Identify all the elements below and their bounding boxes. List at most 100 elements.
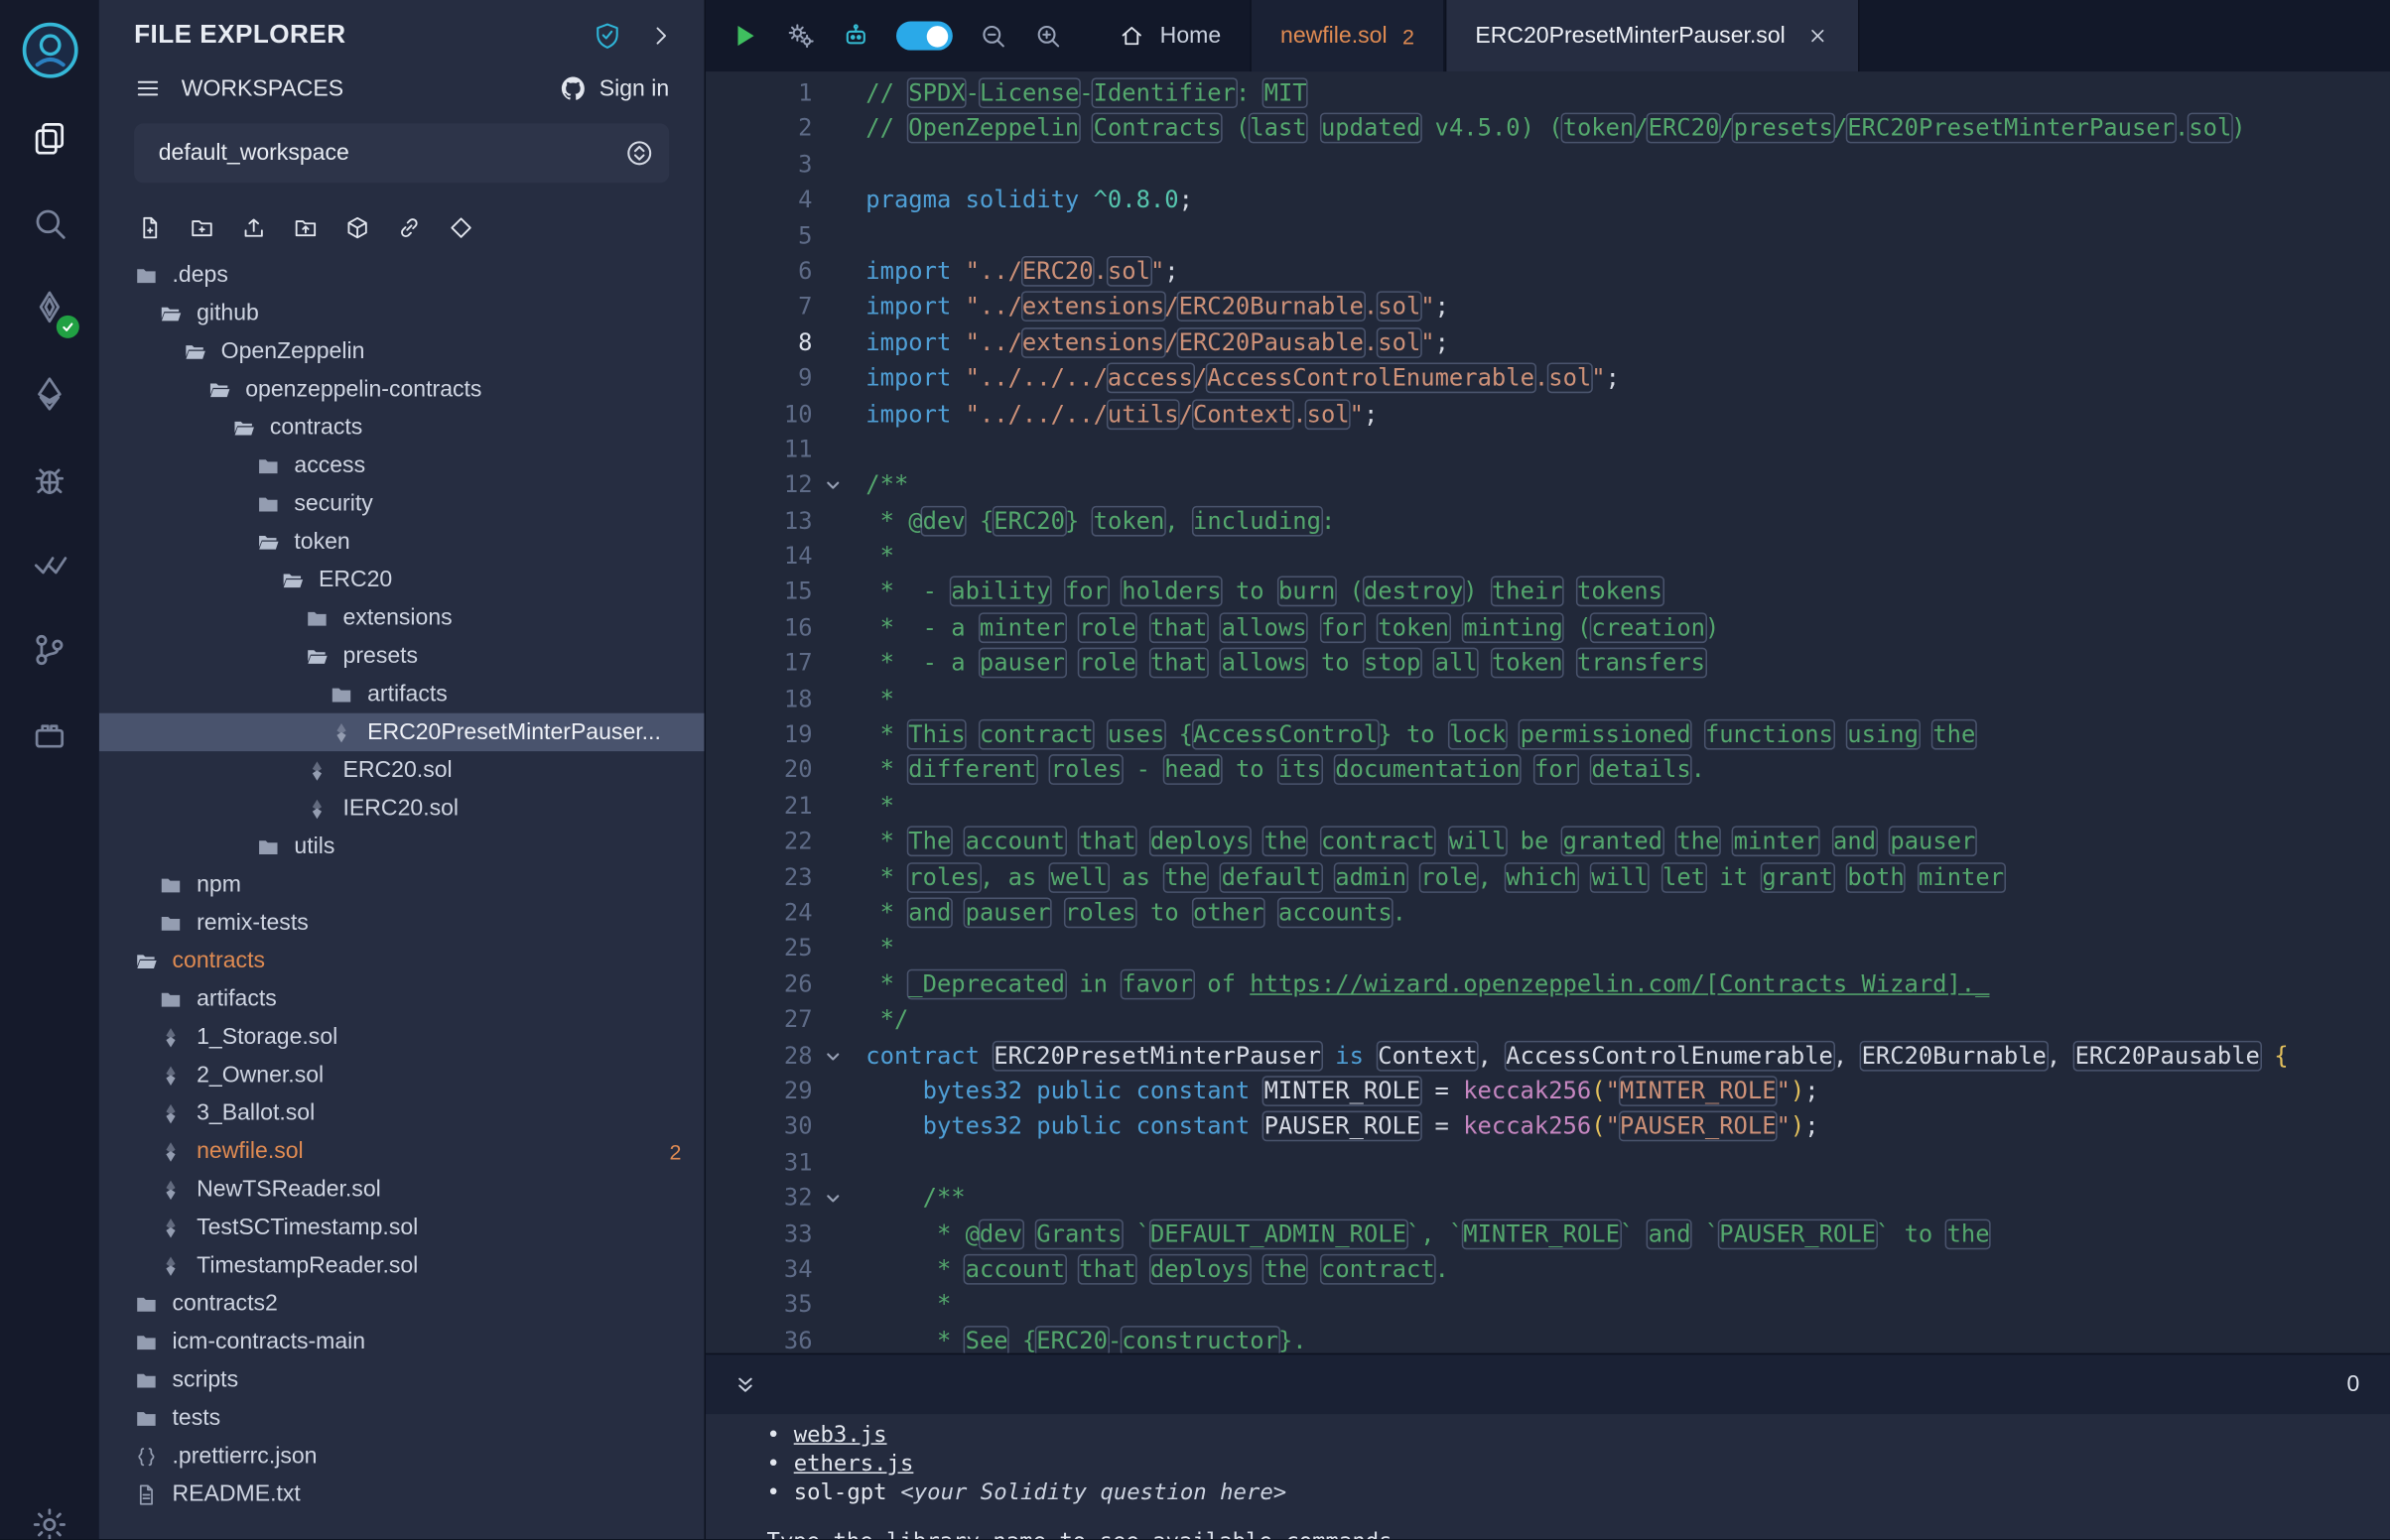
tree-item-2-owner-sol[interactable]: 2_Owner.sol (99, 1056, 705, 1093)
tree-item-3-ballot-sol[interactable]: 3_Ballot.sol (99, 1094, 705, 1132)
zoom-out-button[interactable] (979, 21, 1007, 50)
line-number: 9 (706, 361, 813, 397)
tree-item-prettierrc-json[interactable]: .prettierrc.json (99, 1437, 705, 1475)
script-config-button[interactable] (786, 21, 815, 50)
settings-button[interactable] (0, 1481, 99, 1539)
tree-item-erc20-sol[interactable]: ERC20.sol (99, 751, 705, 789)
fold-spacer (813, 896, 854, 932)
fold-toggle-icon[interactable] (813, 1039, 854, 1075)
code-editor[interactable]: 1// SPDX-License-Identifier: MIT2// Open… (706, 71, 2390, 1353)
tree-item-timestampreader-sol[interactable]: TimestampReader.sol (99, 1246, 705, 1284)
code-text (854, 1145, 865, 1181)
tree-item-erc20presetminterpauser[interactable]: ERC20PresetMinterPauser... (99, 713, 705, 751)
terminal-link[interactable]: ethers.js (794, 1451, 914, 1479)
fold-toggle-icon[interactable] (813, 1181, 854, 1217)
fold-spacer (813, 76, 854, 112)
tree-item-newfile-sol[interactable]: newfile.sol2 (99, 1132, 705, 1170)
tree-item-label: extensions (343, 605, 453, 631)
tree-item-artifacts[interactable]: artifacts (99, 979, 705, 1017)
tree-item-artifacts[interactable]: artifacts (99, 675, 705, 712)
tree-item-testsctimestamp-sol[interactable]: TestSCTimestamp.sol (99, 1209, 705, 1246)
code-text: * - a minter role that allows for token … (854, 611, 1719, 647)
explorer-toolbar (99, 183, 705, 251)
load-cube-button[interactable] (344, 215, 370, 241)
tree-item-newtsreader-sol[interactable]: NewTSReader.sol (99, 1170, 705, 1208)
file-explorer-button[interactable] (0, 94, 99, 180)
tree-item-icm-contracts-main[interactable]: icm-contracts-main (99, 1323, 705, 1360)
import-link-button[interactable] (396, 215, 422, 241)
tree-item-extensions[interactable]: extensions (99, 599, 705, 637)
tree-item-presets[interactable]: presets (99, 637, 705, 675)
code-text: * different roles - head to its document… (854, 753, 1705, 789)
fold-toggle-icon[interactable] (813, 468, 854, 504)
upload-folder-button[interactable] (293, 215, 319, 241)
tree-item-openzeppelin[interactable]: OpenZeppelin (99, 332, 705, 370)
tree-item-access[interactable]: access (99, 447, 705, 484)
code-text: * (854, 932, 894, 967)
code-line: 29 bytes32 public constant MINTER_ROLE =… (706, 1075, 2390, 1110)
shield-icon[interactable] (593, 21, 621, 50)
tree-item-security[interactable]: security (99, 484, 705, 522)
tree-item-deps[interactable]: .deps (99, 256, 705, 294)
code-line: 8import "../extensions/ERC20Pausable.sol… (706, 325, 2390, 361)
workspace-select[interactable]: default_workspace (134, 123, 669, 183)
tree-item-openzeppelin-contracts[interactable]: openzeppelin-contracts (99, 370, 705, 408)
terminal-expand-icon[interactable] (731, 1370, 759, 1398)
tree-item-contracts2[interactable]: contracts2 (99, 1285, 705, 1323)
tree-item-erc20[interactable]: ERC20 (99, 561, 705, 598)
solidity-compiler-button[interactable] (0, 265, 99, 350)
copilot-toggle[interactable] (896, 21, 953, 50)
terminal-bar: 0 (706, 1353, 2390, 1414)
new-folder-button[interactable] (189, 215, 214, 241)
tree-item-scripts[interactable]: scripts (99, 1360, 705, 1398)
tree-item-npm[interactable]: npm (99, 865, 705, 903)
ai-assistant-icon[interactable] (842, 21, 870, 50)
file-tree: .depsgithubOpenZeppelinopenzeppelin-cont… (99, 256, 705, 1539)
tree-item-remix-tests[interactable]: remix-tests (99, 904, 705, 942)
tree-item-readme-txt[interactable]: README.txt (99, 1476, 705, 1513)
terminal-footer: Type the library name to see available c… (766, 1528, 2390, 1539)
load-gist-button[interactable] (448, 215, 473, 241)
tree-item-utils[interactable]: utils (99, 828, 705, 865)
code-line: 21 * (706, 789, 2390, 825)
upload-file-button[interactable] (241, 215, 267, 241)
chevron-right-icon[interactable] (648, 22, 674, 48)
zoom-in-button[interactable] (1033, 21, 1062, 50)
search-button[interactable] (0, 180, 99, 265)
tab-newfile[interactable]: newfile.sol2 (1250, 0, 1444, 71)
new-file-button[interactable] (137, 215, 163, 241)
solidity-file-icon (159, 1253, 184, 1278)
sign-in-button[interactable]: Sign in (560, 74, 669, 102)
tree-item-tests[interactable]: tests (99, 1399, 705, 1437)
code-text: bytes32 public constant PAUSER_ROLE = ke… (854, 1110, 1819, 1146)
debugger-button[interactable] (0, 436, 99, 521)
git-button[interactable] (0, 606, 99, 692)
code-line: 27 */ (706, 1003, 2390, 1039)
tree-item-1-storage-sol[interactable]: 1_Storage.sol (99, 1018, 705, 1056)
deploy-run-button[interactable] (0, 350, 99, 436)
terminal[interactable]: •web3.js•ethers.js•sol-gpt <your Solidit… (706, 1414, 2390, 1539)
code-text: import "../extensions/ERC20Pausable.sol"… (854, 325, 1449, 361)
unit-testing-button[interactable] (0, 521, 99, 606)
git-changes-badge: 2 (669, 1139, 681, 1164)
line-number: 1 (706, 76, 813, 112)
tree-item-token[interactable]: token (99, 523, 705, 561)
run-script-button[interactable] (729, 20, 760, 52)
close-tab-button[interactable] (1806, 25, 1829, 48)
line-number: 27 (706, 1003, 813, 1039)
tree-item-ierc20-sol[interactable]: IERC20.sol (99, 789, 705, 827)
tree-item-github[interactable]: github (99, 294, 705, 331)
terminal-link[interactable]: web3.js (794, 1422, 887, 1451)
fold-spacer (813, 325, 854, 361)
folder-closed-icon (134, 1292, 159, 1317)
tree-item-contracts[interactable]: contracts (99, 942, 705, 979)
terminal-text: sol-gpt (794, 1479, 887, 1508)
line-number: 2 (706, 112, 813, 148)
menu-icon[interactable] (134, 74, 162, 102)
solidity-file-icon (159, 1139, 184, 1164)
plugin-manager-button[interactable] (0, 692, 99, 777)
tree-item-contracts[interactable]: contracts (99, 409, 705, 447)
tab-home[interactable]: Home (1090, 0, 1250, 71)
remix-logo[interactable] (0, 6, 99, 94)
tab-erc20-preset-minter-pauser[interactable]: ERC20PresetMinterPauser.sol (1445, 0, 1860, 71)
